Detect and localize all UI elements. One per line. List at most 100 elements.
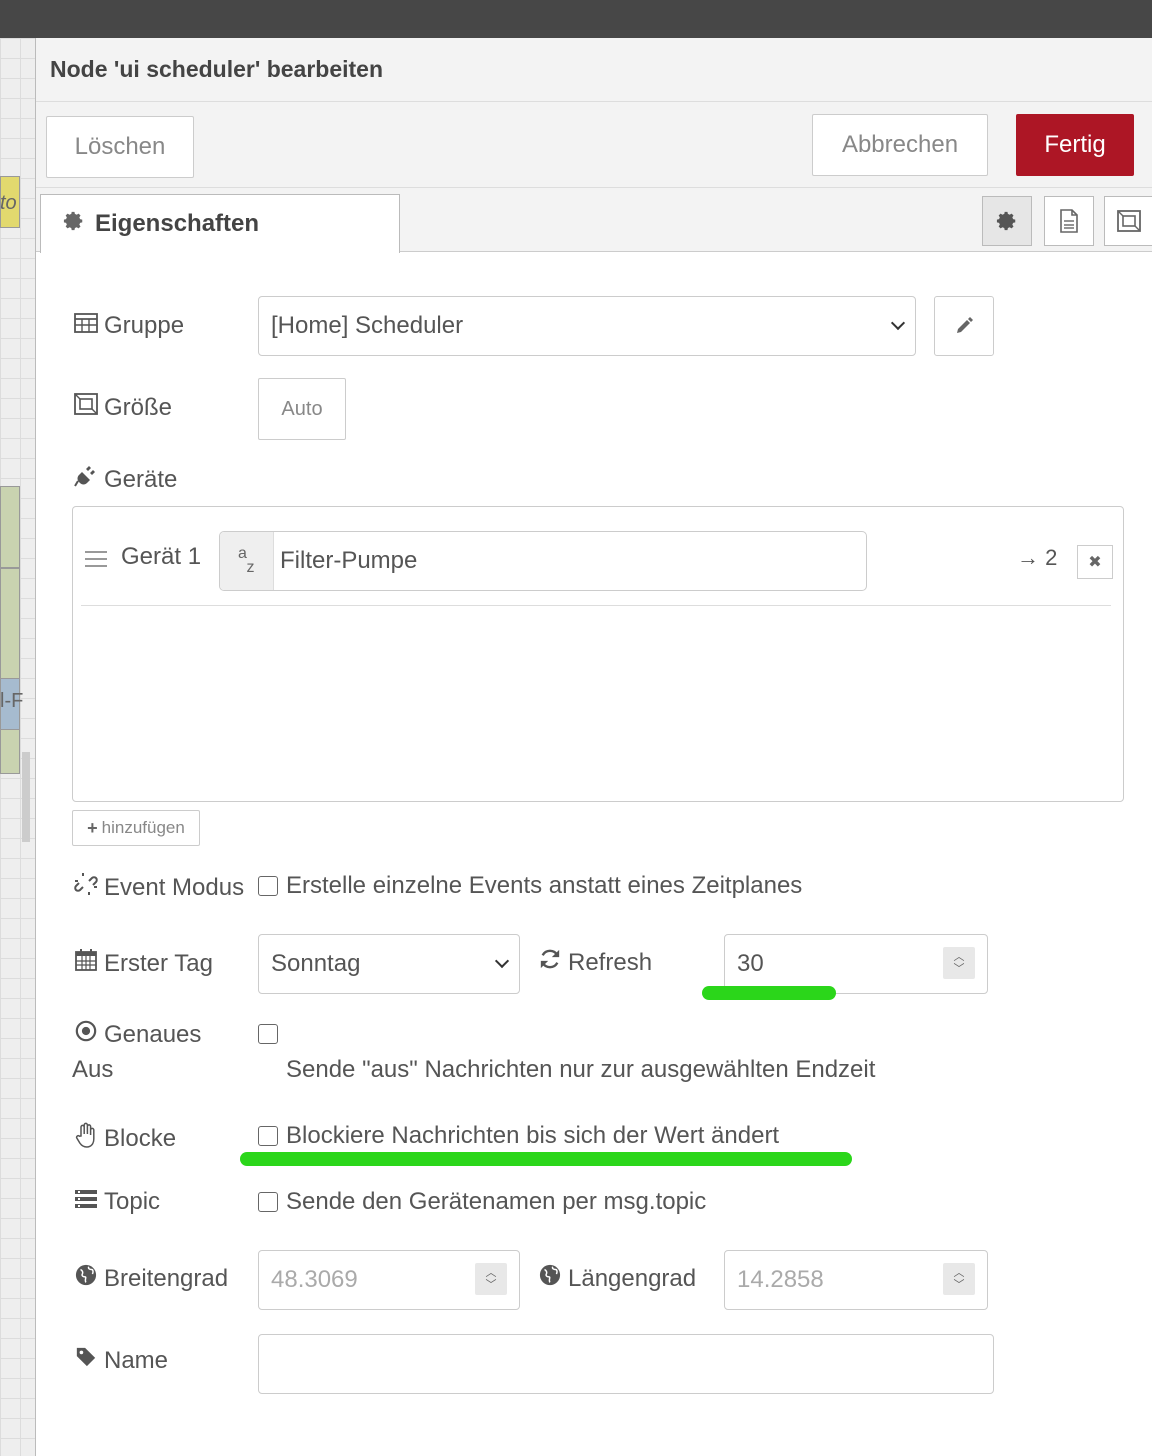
workspace-scrollbar[interactable]: [22, 752, 30, 842]
add-device-button[interactable]: + hinzufügen: [72, 810, 200, 846]
chevron-up-icon: ︿: [953, 1267, 965, 1279]
exact-off-label: Genaues: [72, 1020, 201, 1049]
name-label-text: Name: [104, 1346, 169, 1374]
block-text: Blockiere Nachrichten bis sich der Wert …: [286, 1122, 780, 1149]
string-type-icon[interactable]: a z: [220, 532, 274, 590]
refresh-value: 30: [737, 950, 764, 977]
flow-workspace[interactable]: to l-F: [0, 38, 36, 1456]
chevron-up-icon: ︿: [485, 1267, 497, 1279]
device-name-input[interactable]: a z Filter-Pumpe: [219, 531, 867, 591]
name-label: Name: [72, 1346, 168, 1375]
longitude-placeholder: 14.2858: [737, 1266, 824, 1293]
close-icon: ✖: [1088, 554, 1102, 571]
refresh-input[interactable]: 30 ︿ ﹀: [724, 934, 988, 994]
delete-button[interactable]: Löschen: [46, 116, 194, 178]
longitude-label: Längengrad: [536, 1264, 696, 1293]
latitude-placeholder: 48.3069: [271, 1266, 358, 1293]
panel-title: Node 'ui scheduler' bearbeiten: [36, 38, 1152, 102]
workspace-node[interactable]: [0, 568, 20, 774]
topic-label: Topic: [72, 1188, 160, 1216]
chevron-down-icon: [890, 315, 906, 331]
chevron-up-icon: ︿: [953, 951, 965, 963]
size-label: Größe: [72, 392, 172, 423]
first-day-label-text: Erster Tag: [104, 949, 213, 977]
node-settings-button[interactable]: [982, 196, 1032, 246]
gear-icon: [63, 210, 85, 239]
latitude-input[interactable]: 48.3069 ︿ ﹀: [258, 1250, 520, 1310]
first-day-select-value: Sonntag: [271, 950, 361, 977]
done-button[interactable]: Fertig: [1016, 114, 1134, 176]
event-mode-text: Erstelle einzelne Events anstatt eines Z…: [286, 872, 803, 899]
event-mode-label: Event Modus: [72, 872, 244, 903]
group-select-value: [Home] Scheduler: [271, 312, 464, 339]
workspace-node-label: to: [0, 192, 17, 214]
topic-label-text: Topic: [104, 1188, 161, 1215]
latitude-label-text: Breitengrad: [104, 1264, 229, 1292]
size-label-text: Größe: [104, 393, 173, 421]
remove-device-button[interactable]: ✖: [1077, 545, 1113, 579]
group-label: Gruppe: [72, 312, 184, 340]
calendar-icon: [72, 948, 100, 979]
group-select[interactable]: [Home] Scheduler: [258, 296, 916, 356]
chevron-down-icon: ﹀: [485, 1279, 497, 1291]
devices-label: Geräte: [72, 464, 177, 495]
longitude-input[interactable]: 14.2858 ︿ ﹀: [724, 1250, 988, 1310]
list-icon: [72, 1188, 100, 1216]
target-icon: [72, 1020, 100, 1049]
exact-off-checkbox[interactable]: [258, 1024, 278, 1044]
refresh-label-text: Refresh: [568, 948, 653, 976]
plug-icon: [72, 464, 100, 495]
globe-icon: [536, 1264, 564, 1293]
chevron-down-icon: [494, 953, 510, 969]
device-name-value: Filter-Pumpe: [280, 547, 418, 574]
hand-icon: [72, 1122, 100, 1155]
event-mode-label-text: Event Modus: [104, 873, 245, 901]
cancel-button[interactable]: Abbrechen: [812, 114, 988, 176]
topic-checkbox[interactable]: [258, 1192, 278, 1212]
size-button[interactable]: Auto: [258, 378, 346, 440]
block-label: Blocke: [72, 1122, 176, 1155]
number-spinner[interactable]: ︿ ﹀: [943, 1263, 975, 1295]
group-label-text: Gruppe: [104, 312, 185, 339]
name-input[interactable]: [258, 1334, 994, 1394]
node-description-button[interactable]: [1044, 196, 1094, 246]
pencil-icon: [957, 317, 973, 333]
tab-properties[interactable]: Eigenschaften: [40, 194, 400, 253]
chevron-down-icon: ﹀: [953, 963, 965, 975]
button-bar: Löschen Abbrechen Fertig: [36, 102, 1152, 188]
edit-group-button[interactable]: [934, 296, 994, 356]
add-device-label: hinzufügen: [101, 818, 185, 837]
node-appearance-button[interactable]: [1104, 196, 1152, 246]
exact-off-label-line2: Aus: [72, 1056, 114, 1083]
topic-text: Sende den Gerätenamen per msg.topic: [286, 1188, 707, 1215]
highlight-mark: [702, 986, 836, 1000]
block-checkbox[interactable]: [258, 1126, 278, 1146]
tag-icon: [72, 1346, 100, 1375]
latitude-label: Breitengrad: [72, 1264, 228, 1293]
workspace-node[interactable]: [0, 486, 20, 568]
refresh-icon: [536, 948, 564, 977]
refresh-label: Refresh: [536, 948, 652, 977]
longitude-label-text: Längengrad: [568, 1264, 697, 1292]
block-label-text: Blocke: [104, 1124, 177, 1152]
resize-icon: [72, 392, 100, 423]
exact-off-text: Sende "aus" Nachrichten nur zur ausgewäh…: [286, 1056, 876, 1083]
workspace-node-label: l-F: [0, 690, 24, 712]
first-day-label: Erster Tag: [72, 948, 213, 979]
event-mode-checkbox[interactable]: [258, 876, 278, 896]
type-glyph-bottom: z: [246, 559, 255, 576]
plus-icon: +: [87, 817, 98, 838]
tab-properties-label: Eigenschaften: [95, 210, 260, 237]
first-day-select[interactable]: Sonntag: [258, 934, 520, 994]
exact-off-label-line1: Genaues: [104, 1020, 202, 1048]
drag-handle-icon[interactable]: [85, 551, 107, 572]
devices-label-text: Geräte: [104, 465, 178, 493]
table-icon: [72, 312, 100, 340]
tab-bar: Eigenschaften: [36, 188, 1152, 253]
highlight-mark: [240, 1152, 852, 1166]
edit-panel: Node 'ui scheduler' bearbeiten Löschen A…: [36, 38, 1152, 1456]
top-bar: [0, 0, 1152, 38]
number-spinner[interactable]: ︿ ﹀: [943, 947, 975, 979]
gear-icon: [996, 211, 1016, 231]
number-spinner[interactable]: ︿ ﹀: [475, 1263, 507, 1295]
